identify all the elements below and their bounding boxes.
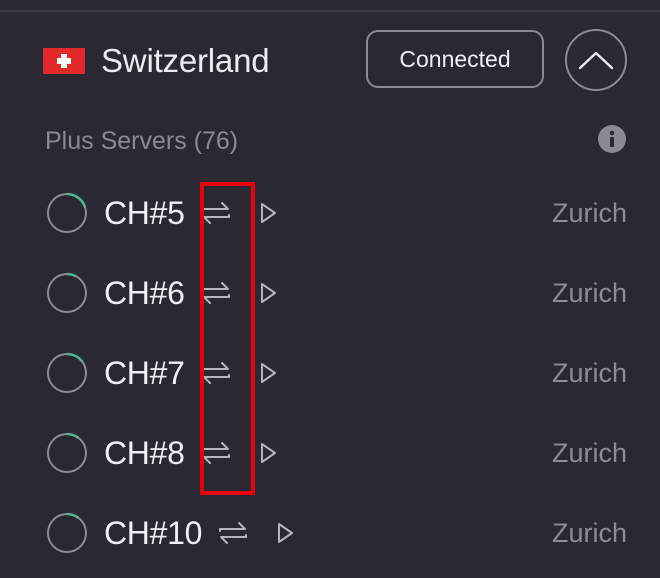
server-row[interactable]: CH#10 Zurich: [0, 498, 660, 568]
server-city: Zurich: [551, 358, 627, 388]
server-name: CH#8: [104, 435, 185, 471]
play-icon[interactable]: [259, 361, 279, 385]
server-name: CH#7: [104, 355, 185, 391]
country-name: Switzerland: [101, 42, 270, 79]
server-row[interactable]: CH#8 Zurich: [0, 418, 660, 488]
server-load-icon: [46, 432, 88, 474]
server-load-icon: [46, 512, 88, 554]
server-city: Zurich: [551, 518, 627, 548]
server-city: Zurich: [551, 198, 627, 228]
server-load-icon: [46, 352, 88, 394]
play-icon[interactable]: [259, 201, 279, 225]
server-city: Zurich: [551, 438, 627, 468]
connected-button[interactable]: Connected: [366, 30, 544, 88]
server-load-icon: [46, 192, 88, 234]
server-name: CH#10: [104, 515, 203, 551]
p2p-arrows-icon: [219, 522, 248, 544]
server-city: Zurich: [551, 278, 627, 308]
collapse-button[interactable]: [565, 29, 627, 91]
divider: [0, 10, 660, 12]
play-icon[interactable]: [276, 521, 296, 545]
server-name: CH#6: [104, 275, 185, 311]
server-panel: Switzerland Connected Plus Servers (76) …: [0, 0, 660, 578]
highlight-box: [200, 182, 255, 495]
server-load-icon: [46, 272, 88, 314]
server-row[interactable]: CH#7 Zurich: [0, 338, 660, 408]
server-row[interactable]: CH#6 Zurich: [0, 258, 660, 328]
server-name: CH#5: [104, 195, 185, 231]
info-icon[interactable]: [598, 125, 626, 153]
chevron-up-icon: [578, 51, 614, 70]
section-title: Plus Servers (76): [45, 127, 239, 155]
server-row[interactable]: CH#5 Zurich: [0, 178, 660, 248]
switzerland-flag-icon: [43, 48, 85, 74]
play-icon[interactable]: [259, 281, 279, 305]
play-icon[interactable]: [259, 441, 279, 465]
